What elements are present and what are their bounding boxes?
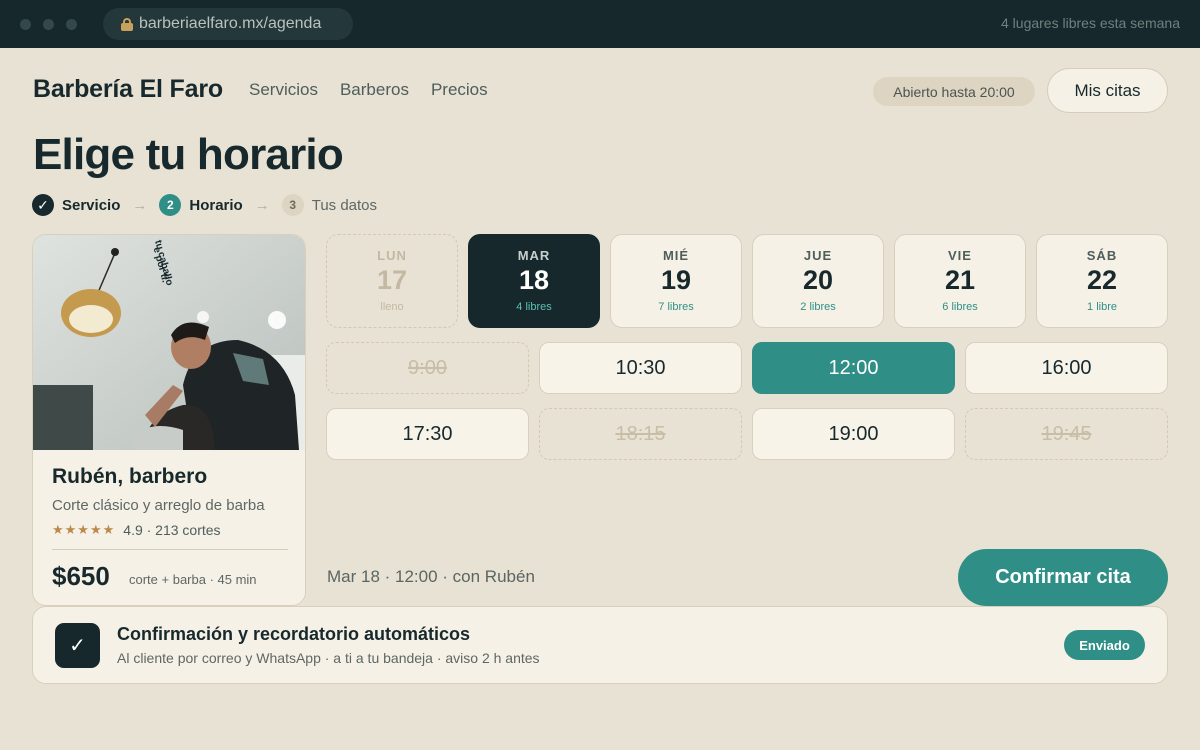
time-slot-selected[interactable]: 12:00 [752,342,955,394]
day-tile-vie[interactable]: VIE 21 6 libres [894,234,1026,328]
confirm-booking-button[interactable]: Confirmar cita [958,549,1168,606]
time-slot[interactable]: 10:30 [539,342,742,394]
barber-name: Rubén, barbero [52,465,208,488]
day-name: JUE [803,248,833,263]
day-number: 20 [802,265,834,295]
rating-text: 4.9 · 213 cortes [123,522,221,538]
check-icon: ✓ [32,194,54,216]
nav-link-precios[interactable]: Precios [431,80,488,100]
maximize-window-button[interactable] [66,18,77,30]
time-slot[interactable]: 16:00 [965,342,1168,394]
day-availability: 4 libres [516,301,552,313]
arrow-right-icon: → [254,196,270,214]
day-tile-sab[interactable]: SÁB 22 1 libre [1036,234,1168,328]
divider [52,549,288,550]
main-nav: Servicios Barberos Precios [249,80,510,100]
day-number: 22 [1086,265,1118,295]
nav-link-servicios[interactable]: Servicios [249,80,318,100]
day-name: MIÉ [662,248,690,263]
my-appointments-button[interactable]: Mis citas [1047,68,1168,113]
open-hours-badge: Abierto hasta 20:00 [873,77,1035,106]
checkbox-checked-icon[interactable]: ✓ [55,623,100,668]
barber-description: Corte clásico y arreglo de barba [52,497,265,514]
brand-logo[interactable]: Barbería El Faro [33,75,223,104]
close-window-button[interactable] [20,18,31,30]
booking-stepper: ✓ Servicio → 2 Horario → 3 Tus datos [32,194,377,216]
day-availability: 1 libre [1087,301,1117,313]
time-slot[interactable]: 19:00 [752,408,955,460]
minimize-window-button[interactable] [43,18,54,30]
page-title: Elige tu horario [33,130,344,179]
day-availability: lleno [380,301,404,313]
day-tile-lun: LUN 17 lleno [326,234,458,328]
notice-subtitle: Al cliente por correo y WhatsApp · a ti … [117,650,540,666]
step-horario[interactable]: 2 Horario [159,194,243,216]
service-price: $650 [52,561,110,591]
booking-summary: Mar 18 · 12:00 · con Rubén [327,567,535,586]
day-number: 19 [660,265,692,295]
step-label: Servicio [62,196,121,214]
day-name: SÁB [1086,248,1118,263]
url-text: barberiaelfaro.mx/agenda [139,15,322,32]
day-number: 18 [518,265,550,295]
window-controls [20,18,77,30]
step-number: 2 [159,194,182,216]
day-availability: 7 libres [658,301,694,313]
step-servicio[interactable]: ✓ Servicio [32,194,120,216]
day-tile-mar[interactable]: MAR 18 4 libres [468,234,600,328]
nav-link-barberos[interactable]: Barberos [340,80,409,100]
star-rating-icon: ★★★★★ [52,522,116,537]
barber-photo: tu caballo e por ti. [33,235,305,450]
day-number: 21 [944,265,976,295]
day-availability: 2 libres [800,301,836,313]
day-tile-jue[interactable]: JUE 20 2 libres [752,234,884,328]
day-name: LUN [377,248,407,263]
notice-title: Confirmación y recordatorio automáticos [117,624,471,644]
browser-chrome: barberiaelfaro.mx/agenda 4 lugares libre… [0,0,1200,48]
time-slot: 9:00 [326,342,529,394]
price-note: corte + barba · 45 min [129,572,257,587]
barber-card[interactable]: tu caballo e por ti. Rubén, barbero Cort… [32,234,306,606]
status-badge: Enviado [1064,630,1145,660]
reminder-notice: ✓ Confirmación y recordatorio automático… [32,606,1168,684]
step-label: Horario [189,196,243,214]
day-number: 17 [376,265,408,295]
lock-icon [121,17,133,31]
time-slot[interactable]: 17:30 [326,408,529,460]
arrow-right-icon: → [132,196,148,214]
day-tile-mie[interactable]: MIÉ 19 7 libres [610,234,742,328]
time-slot: 19:45 [965,408,1168,460]
day-name: VIE [948,248,972,263]
step-tus-datos: 3 Tus datos [281,194,378,216]
barber-rating: ★★★★★ 4.9 · 213 cortes [52,522,221,538]
step-number: 3 [281,194,304,216]
address-bar[interactable]: barberiaelfaro.mx/agenda [103,8,353,40]
step-label: Tus datos [311,196,378,214]
day-availability: 6 libres [942,301,978,313]
availability-note: 4 lugares libres esta semana [1001,15,1180,31]
time-slot: 18:15 [539,408,742,460]
day-name: MAR [517,248,551,263]
